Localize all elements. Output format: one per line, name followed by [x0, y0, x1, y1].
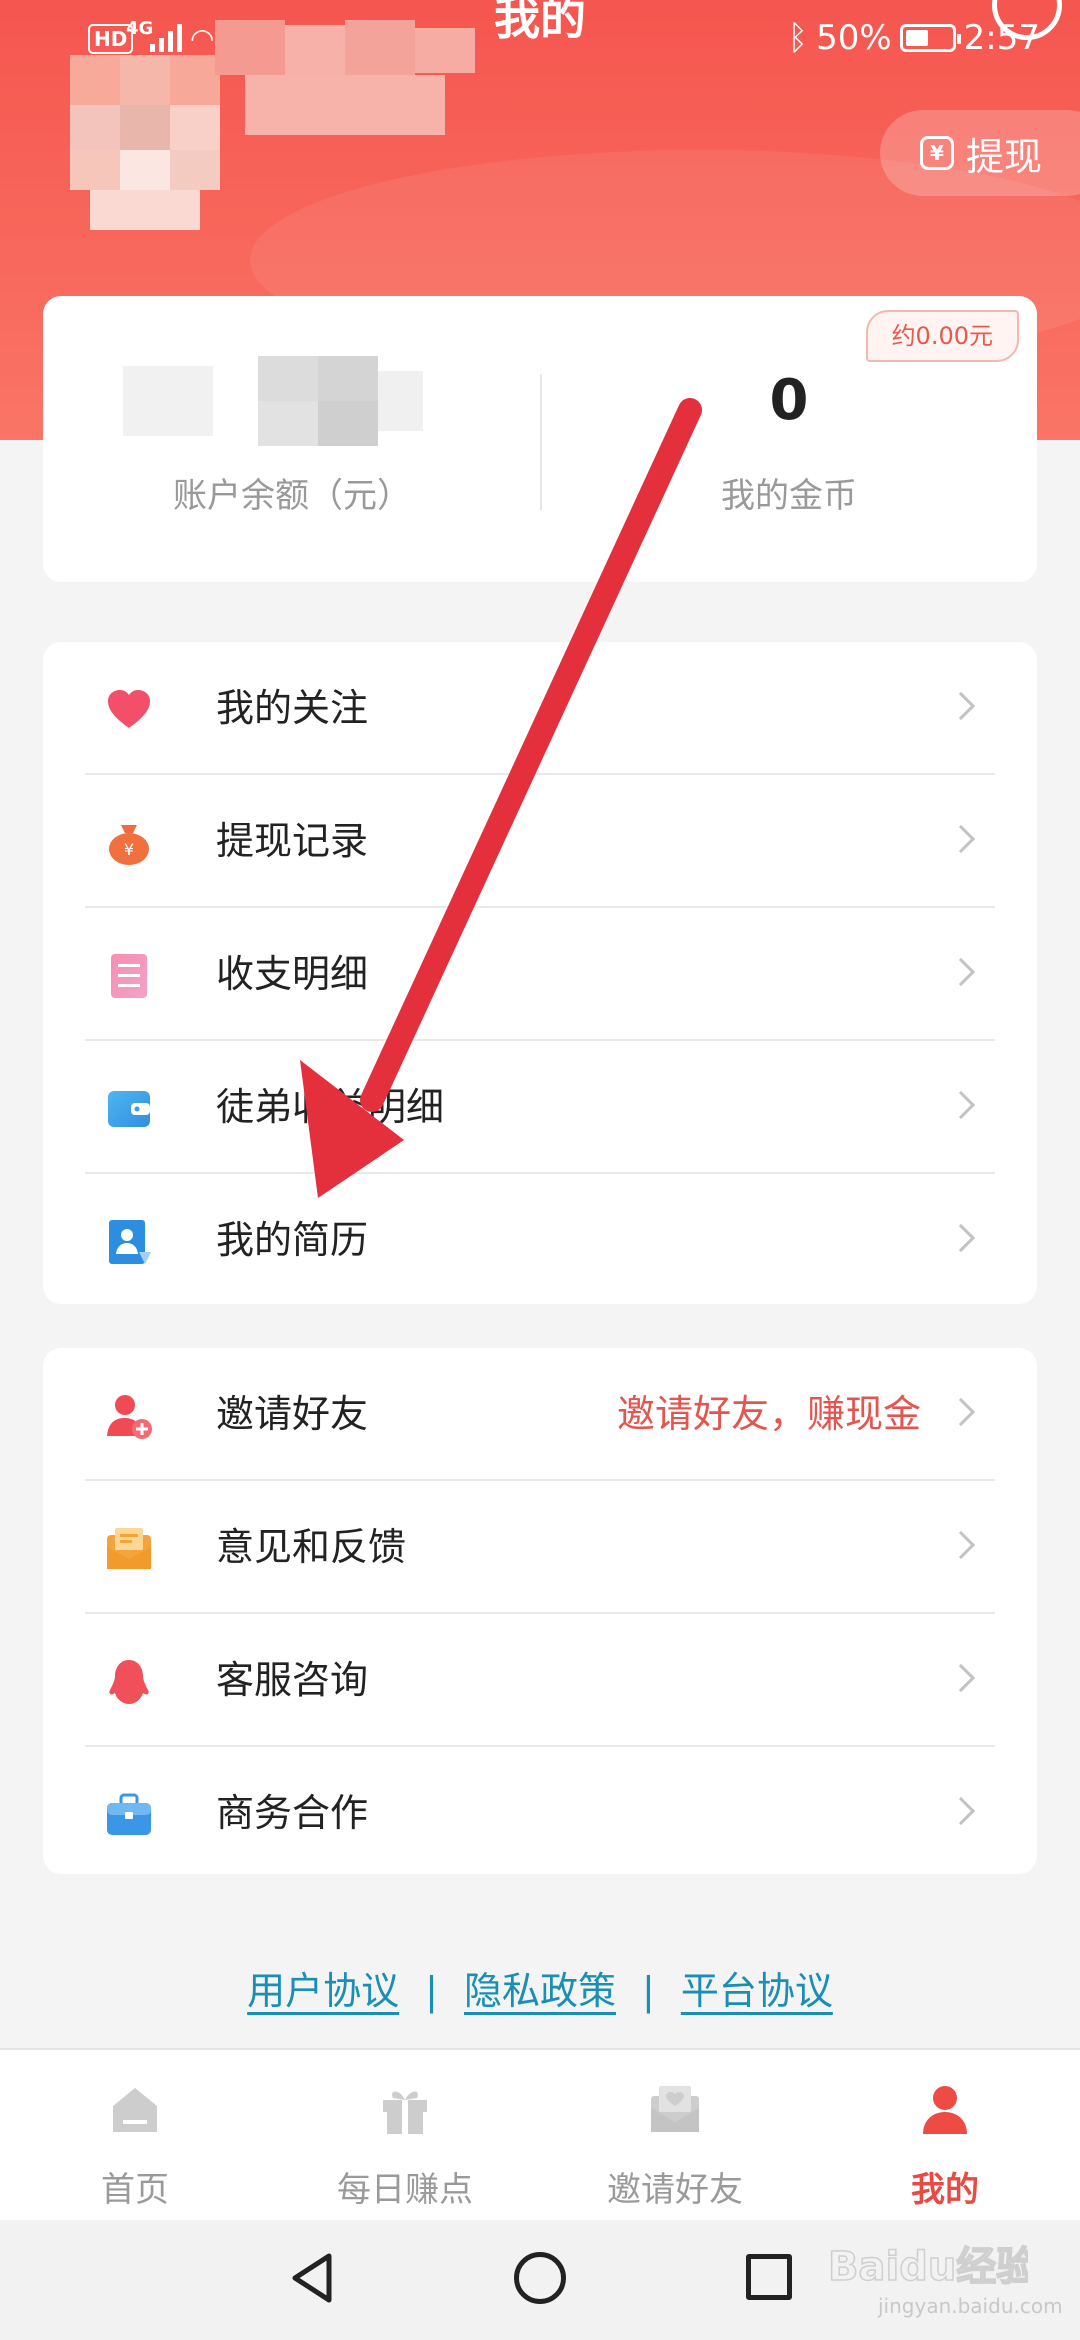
menu-item-my-follows[interactable]: 我的关注 — [43, 642, 1037, 775]
menu-item-label: 意见和反馈 — [216, 1525, 407, 1569]
balance-label: 账户余额（元） — [173, 476, 411, 516]
platform-agreement-link[interactable]: 平台协议 — [681, 1969, 833, 2013]
briefcase-icon — [107, 1793, 151, 1835]
profile-icon — [923, 2086, 967, 2134]
tab-home[interactable]: 首页 — [0, 2050, 270, 2220]
svg-text:Baidu经验: Baidu经验 — [828, 2244, 1028, 2290]
heart-icon — [108, 690, 150, 728]
chevron-right-icon — [946, 1397, 976, 1427]
menu-item-feedback[interactable]: 意见和反馈 — [43, 1481, 1037, 1614]
tab-mine[interactable]: 我的 — [810, 2050, 1080, 2220]
link-separator: | — [425, 1969, 438, 2013]
menu-item-income-expense[interactable]: 收支明细 — [43, 908, 1037, 1041]
chevron-right-icon — [946, 1796, 976, 1826]
chevron-right-icon — [946, 691, 976, 721]
tab-label: 首页 — [101, 2170, 169, 2210]
chevron-right-icon — [946, 824, 976, 854]
menu-item-label: 邀请好友 — [216, 1392, 369, 1436]
menu-item-withdraw-records[interactable]: ¥ 提现记录 — [43, 775, 1037, 908]
invite-letter-icon — [651, 2086, 699, 2132]
menu-item-business-cooperation[interactable]: 商务合作 — [43, 1747, 1037, 1880]
battery-percent: 50% — [816, 18, 892, 58]
tab-daily-earn[interactable]: 每日赚点 — [270, 2050, 540, 2220]
menu-item-my-resume[interactable]: 我的简历 — [43, 1174, 1037, 1307]
withdraw-label: 提现 — [966, 134, 1043, 179]
tab-label: 邀请好友 — [607, 2170, 743, 2210]
coins-value[interactable]: 0 — [541, 368, 1037, 433]
chevron-right-icon — [946, 1530, 976, 1560]
menu-item-customer-service[interactable]: 客服咨询 — [43, 1614, 1037, 1747]
back-icon[interactable] — [285, 2250, 341, 2306]
coins-label[interactable]: 我的金币 — [541, 468, 1037, 517]
tab-label: 我的 — [911, 2170, 979, 2210]
battery-icon — [899, 24, 961, 52]
username-blurred — [215, 20, 485, 135]
svg-text:¥: ¥ — [124, 840, 134, 859]
invite-promo-text: 邀请好友，赚现金 — [616, 1392, 921, 1436]
menu-item-label: 商务合作 — [216, 1791, 369, 1835]
chevron-right-icon — [946, 957, 976, 987]
tab-invite-friends[interactable]: 邀请好友 — [540, 2050, 810, 2220]
resume-icon — [109, 1220, 151, 1264]
home-button-icon[interactable] — [514, 2252, 566, 2304]
user-agreement-link[interactable]: 用户协议 — [247, 1969, 399, 2013]
mail-icon — [107, 1528, 151, 1569]
bluetooth-icon: ᛒ — [787, 18, 809, 58]
menu-item-label: 收支明细 — [216, 952, 369, 996]
menu-group-account: 我的关注 ¥ 提现记录 收支明细 徒弟收益明细 我的简历 — [43, 642, 1037, 1304]
chevron-right-icon — [946, 1223, 976, 1253]
withdraw-button[interactable]: ¥ 提现 — [880, 110, 1080, 196]
watermark-url: jingyan.baidu.com — [878, 2294, 1063, 2318]
add-user-icon — [107, 1395, 152, 1439]
list-icon — [111, 954, 147, 998]
balance-card: 账户余额（元） 0 我的金币 约0.00元 — [43, 296, 1037, 582]
chevron-right-icon — [946, 1663, 976, 1693]
menu-item-invite-friends[interactable]: 邀请好友 邀请好友，赚现金 — [43, 1348, 1037, 1481]
link-separator: | — [642, 1969, 655, 2013]
gift-icon — [383, 2091, 427, 2134]
yen-wallet-icon: ¥ — [920, 136, 954, 170]
tab-label: 每日赚点 — [337, 2170, 473, 2210]
privacy-policy-link[interactable]: 隐私政策 — [464, 1969, 616, 2013]
home-icon — [113, 2088, 157, 2132]
recent-apps-icon[interactable] — [746, 2254, 792, 2300]
wallet-icon — [108, 1091, 150, 1127]
avatar[interactable] — [70, 55, 220, 235]
menu-item-label: 我的关注 — [216, 686, 369, 730]
menu-item-label: 徒弟收益明细 — [216, 1085, 445, 1129]
balance-value-blurred — [123, 356, 423, 446]
menu-item-label: 客服咨询 — [216, 1658, 369, 1702]
chevron-right-icon — [946, 1090, 976, 1120]
money-bag-icon: ¥ — [109, 825, 149, 865]
menu-group-service: 邀请好友 邀请好友，赚现金 意见和反馈 客服咨询 商务合作 — [43, 1348, 1037, 1874]
penguin-icon — [109, 1660, 149, 1704]
menu-item-apprentice-income[interactable]: 徒弟收益明细 — [43, 1041, 1037, 1174]
menu-item-label: 我的简历 — [216, 1218, 369, 1262]
approx-value-badge: 约0.00元 — [865, 310, 1019, 362]
baidu-jingyan-watermark: Baidu经验 — [828, 2243, 1028, 2291]
menu-item-label: 提现记录 — [216, 819, 369, 863]
bottom-tab-bar: 首页 每日赚点 邀请好友 我的 — [0, 2048, 1080, 2220]
footer-links: 用户协议 | 隐私政策 | 平台协议 — [0, 1960, 1080, 2015]
